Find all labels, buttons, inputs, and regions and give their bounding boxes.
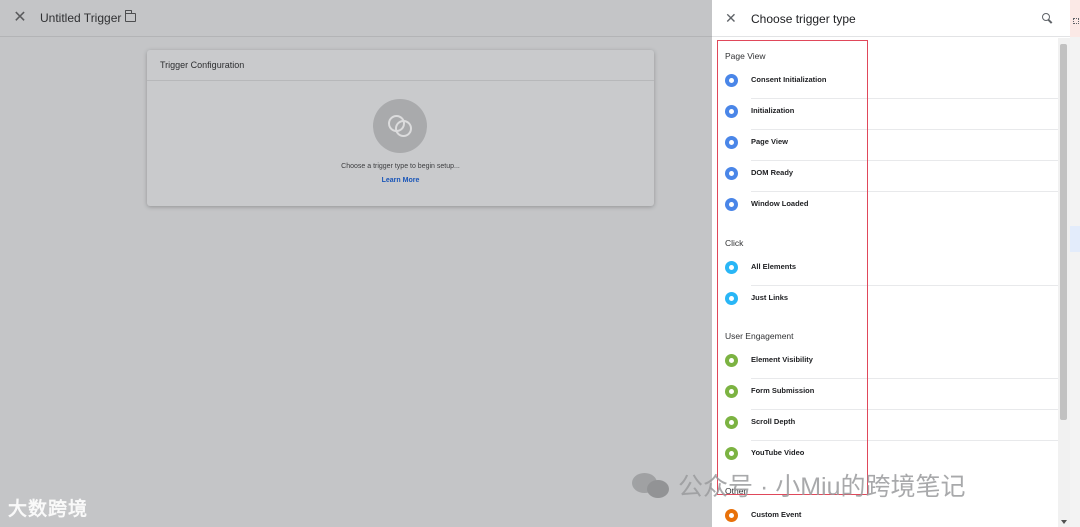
item-label: Window Loaded [751, 199, 809, 208]
trigger-item-consent-initialization[interactable]: Consent Initialization [712, 67, 1058, 98]
trigger-item-element-visibility[interactable]: Element Visibility [712, 347, 1058, 378]
item-label: Page View [751, 137, 788, 146]
play-icon [725, 447, 738, 460]
item-label: YouTube Video [751, 448, 805, 457]
trigger-item-scroll-depth[interactable]: Scroll Depth [712, 409, 1058, 440]
document-icon [725, 167, 738, 180]
close-icon[interactable]: ✕ [12, 10, 28, 26]
window-icon [725, 198, 738, 211]
strip-top [1070, 0, 1080, 37]
watermark-right-text: 公众号 · 小Miu的跨境笔记 [678, 473, 966, 501]
item-label: Consent Initialization [751, 75, 827, 84]
item-label: All Elements [751, 262, 797, 271]
trigger-configuration-card[interactable]: Trigger Configuration Choose a trigger t… [147, 50, 654, 206]
item-label: Initialization [751, 106, 795, 115]
item-label: Custom Event [751, 510, 802, 519]
section-title: User Engagement [725, 331, 794, 341]
item-label: Element Visibility [751, 355, 813, 364]
shield-icon [725, 74, 738, 87]
scroll-icon [725, 416, 738, 429]
item-label: Form Submission [751, 386, 815, 395]
trigger-name[interactable]: Untitled Trigger [40, 11, 121, 25]
search-icon[interactable] [1042, 13, 1052, 23]
mouse-icon [725, 261, 738, 274]
scrollbar[interactable] [1058, 38, 1070, 527]
item-label: DOM Ready [751, 168, 794, 177]
section-title: Click [725, 238, 744, 248]
trigger-item-window-loaded[interactable]: Window Loaded [712, 191, 1058, 222]
trigger-item-all-elements[interactable]: All Elements [712, 254, 1058, 285]
trigger-item-dom-ready[interactable]: DOM Ready [712, 160, 1058, 191]
trigger-item-custom-event[interactable]: Custom Event [712, 502, 1058, 527]
form-icon [725, 385, 738, 398]
eye-icon [725, 354, 738, 367]
section-title: Page View [725, 51, 766, 61]
item-label: Just Links [751, 293, 789, 302]
trigger-item-page-view[interactable]: Page View [712, 129, 1058, 160]
watermark-right: 公众号 · 小Miu的跨境笔记 [632, 467, 966, 503]
trigger-item-just-links[interactable]: Just Links [712, 285, 1058, 316]
card-header: Trigger Configuration [147, 50, 654, 81]
folder-icon[interactable] [124, 10, 136, 22]
link-icon [725, 292, 738, 305]
wechat-icon [632, 473, 670, 498]
trigger-type-list: Page View Consent Initialization Initial… [712, 38, 1058, 527]
trigger-editor: ✕ Untitled Trigger Trigger Configuration… [0, 0, 712, 527]
trigger-placeholder-icon[interactable] [373, 99, 427, 153]
trigger-item-initialization[interactable]: Initialization [712, 98, 1058, 129]
learn-more-link[interactable]: Learn More [147, 177, 654, 184]
scroll-thumb[interactable] [1060, 44, 1067, 420]
trigger-item-form-submission[interactable]: Form Submission [712, 378, 1058, 409]
apps-grid-icon[interactable] [1073, 18, 1079, 24]
panel-header: ✕ Choose trigger type [712, 0, 1070, 37]
code-icon [725, 509, 738, 522]
side-strip [1070, 0, 1080, 527]
editor-header: ✕ Untitled Trigger [0, 0, 712, 37]
item-label: Scroll Depth [751, 417, 796, 426]
power-icon [725, 105, 738, 118]
panel-title: Choose trigger type [751, 12, 856, 26]
choose-trigger-panel: ✕ Choose trigger type Page View Consent … [712, 0, 1070, 527]
watermark-left: 大数跨境 [8, 499, 89, 520]
scroll-down-arrow[interactable] [1061, 520, 1067, 524]
setup-prompt: Choose a trigger type to begin setup... [341, 163, 460, 170]
close-icon[interactable]: ✕ [725, 11, 737, 25]
eye-icon [725, 136, 738, 149]
strip-highlight [1070, 226, 1080, 252]
